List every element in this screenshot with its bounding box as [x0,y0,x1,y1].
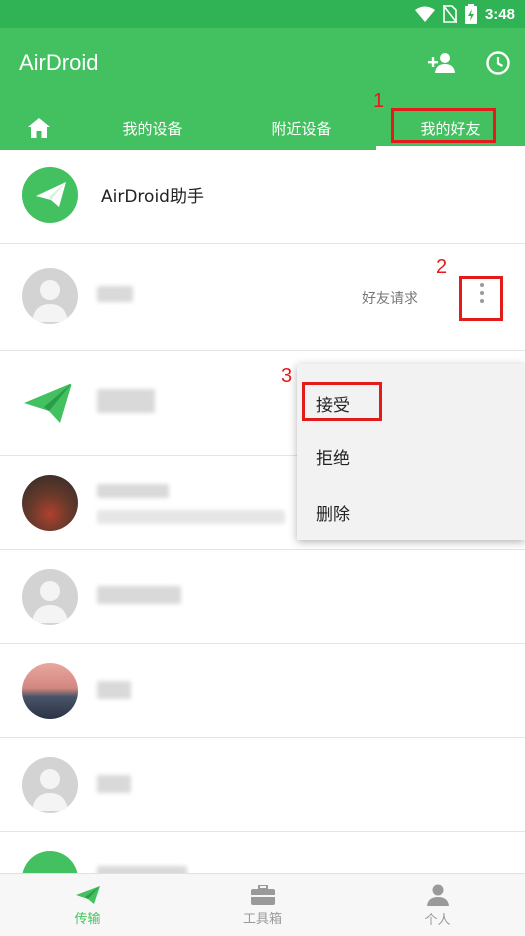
blurred-name [97,775,131,793]
annotation-box-3 [302,382,382,421]
default-avatar [22,757,78,813]
tab-my-devices[interactable]: 我的设备 [78,106,227,150]
nav-transfer-label: 传输 [74,911,101,927]
tab-home[interactable] [0,106,78,150]
friend-row-assistant[interactable]: AirDroid助手 [0,150,525,244]
blurred-name [97,681,131,699]
person-silhouette-icon [32,280,68,322]
blurred-name [97,286,133,302]
status-time: 3:48 [484,5,515,23]
default-avatar [22,268,78,324]
friend-row[interactable] [0,550,525,644]
nav-personal-label: 个人 [424,912,451,928]
person-silhouette-icon [32,769,68,811]
friend-name: AirDroid助手 [101,187,204,207]
history-clock-icon [486,51,510,75]
friend-row[interactable] [0,738,525,832]
annotation-box-1 [391,108,496,143]
home-icon [28,118,50,138]
wifi-icon [414,6,435,22]
nav-toolbox[interactable]: 工具箱 [175,874,350,936]
photo-mountain-avatar [22,663,78,719]
blurred-name [97,586,181,604]
status-icons: 3:48 [414,4,515,24]
person-silhouette-icon [32,581,68,623]
history-button[interactable] [481,46,515,80]
friend-request-label: 好友请求 [362,291,418,307]
add-friend-button[interactable] [425,46,459,80]
bottom-nav: 传输 工具箱 个人 [0,873,525,936]
blurred-message [97,510,285,524]
screen: 3:48 AirDroid 我的设备 附近设备 我的好友 AirDroid助手 … [0,0,525,936]
battery-icon [464,4,477,24]
photo-person-avatar [22,475,78,531]
send-plane-icon [75,885,100,904]
friend-row[interactable] [0,644,525,738]
menu-item-reject[interactable]: 拒绝 [297,428,525,484]
default-avatar [22,569,78,625]
airdroid-logo-avatar [22,167,78,223]
no-sim-icon [442,5,457,23]
airdroid-plane-avatar [22,375,78,431]
tab-nearby-devices[interactable]: 附近设备 [227,106,376,150]
annotation-number-2: 2 [436,256,448,278]
nav-personal[interactable]: 个人 [350,874,525,936]
app-title: AirDroid [19,50,99,75]
blurred-name [97,484,169,498]
annotation-number-1: 1 [373,90,385,112]
annotation-number-3: 3 [281,365,293,387]
blurred-name [97,389,155,413]
menu-item-delete[interactable]: 删除 [297,484,525,540]
person-icon [426,884,449,906]
airdroid-plane-icon [36,182,66,207]
nav-toolbox-label: 工具箱 [242,911,282,927]
annotation-box-2 [459,276,503,321]
add-friend-icon [428,53,455,73]
green-plane-icon [24,383,72,423]
toolbox-icon [250,884,275,905]
status-bar: 3:48 [0,0,525,28]
nav-transfer[interactable]: 传输 [0,874,175,936]
